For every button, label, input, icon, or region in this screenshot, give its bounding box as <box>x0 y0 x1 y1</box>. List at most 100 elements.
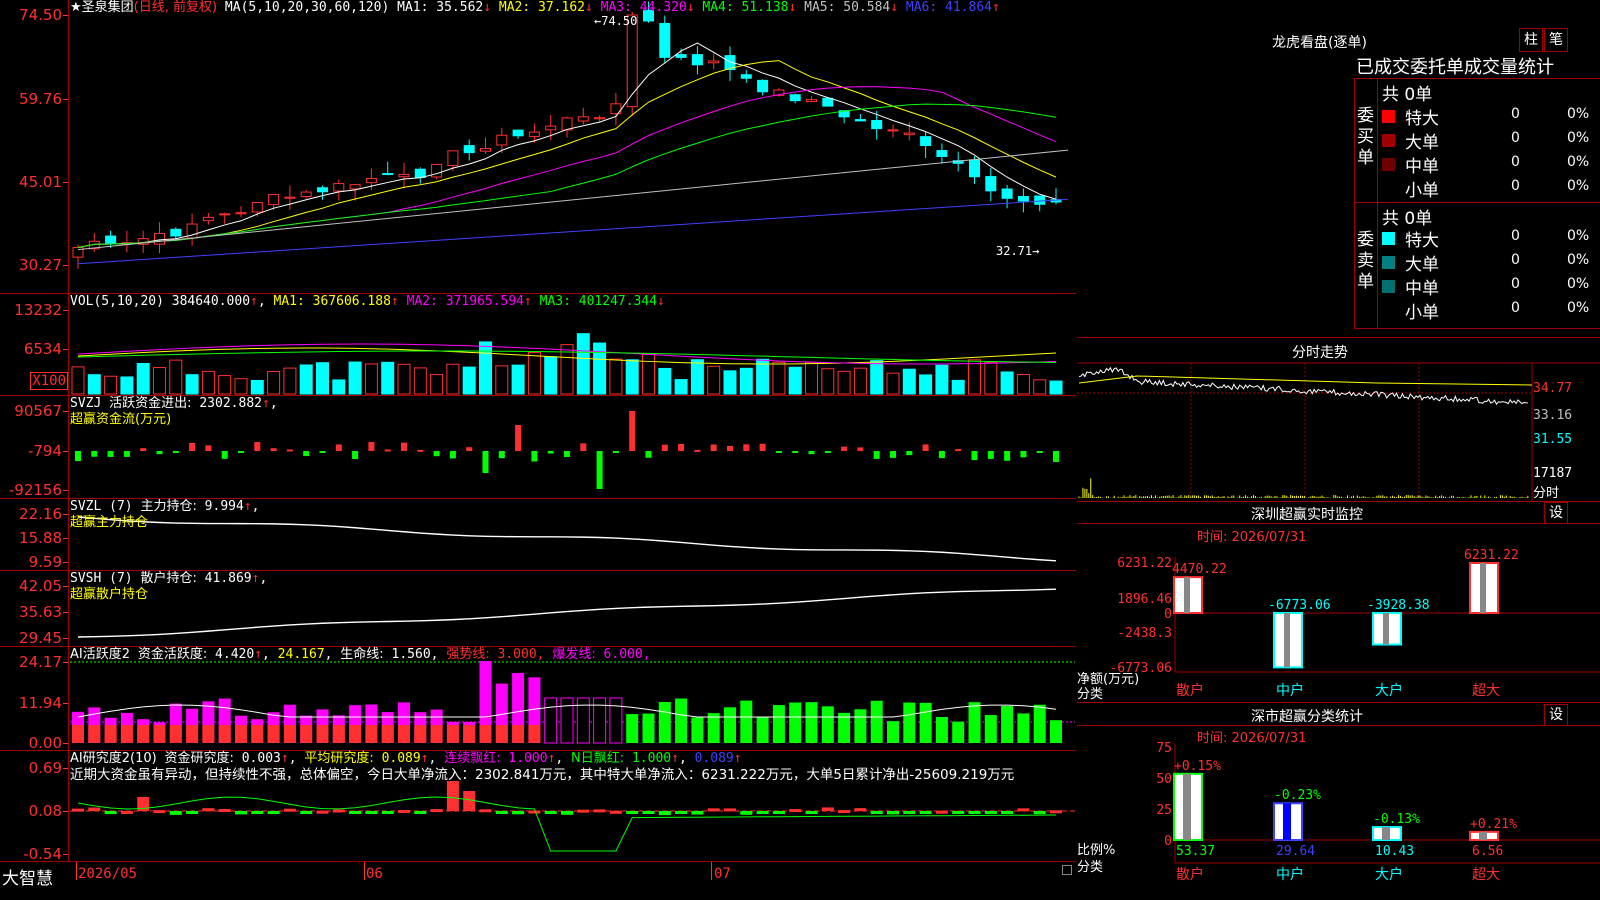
flow-bar <box>841 446 848 451</box>
intraday-panel[interactable]: 分时走势 34.77 33.16 31.55 17187 分时 <box>1077 338 1600 502</box>
bar-shade <box>1383 613 1389 645</box>
classify-chart[interactable]: 75 50 25 0 +0.15% 53.37 散户 -0.23% 29.64 中户 -0.13% 1… <box>1077 703 1600 900</box>
volume-bar <box>609 358 623 395</box>
intraday-chart[interactable] <box>1077 338 1600 501</box>
svzj-label: 活跃资金进出: <box>109 396 192 411</box>
bar-shade <box>1382 827 1390 840</box>
buy-side-label: 委买单 <box>1357 106 1374 168</box>
volume-pane[interactable]: 13232 6534 X100 VOL(5,10,20) 384640.000↑… <box>0 294 1076 396</box>
label: N日飘红: <box>571 751 625 766</box>
volume-bar <box>690 359 704 395</box>
research-bar <box>169 811 182 815</box>
monitor-chart[interactable]: 6231.22 1896.460 -2438.3 -6773.06 4470.22 散户 -… <box>1077 502 1600 702</box>
flow-bar <box>955 449 962 452</box>
candlestick-chart[interactable] <box>0 0 1076 293</box>
arrow-icon: ↑ <box>254 647 263 662</box>
activity-bar <box>560 697 574 744</box>
activity-base <box>251 725 264 743</box>
svsh-subtitle: 超赢散户持仓 <box>70 587 149 602</box>
stock-name[interactable]: 圣泉集团 <box>82 0 134 15</box>
activity-base <box>218 725 231 743</box>
volume-bar <box>316 362 329 395</box>
candle <box>202 216 214 222</box>
ai-activity-pane[interactable]: 24.17 11.94 0.00 AI活跃度2 资金活跃度: 4.420↑, 2… <box>0 647 1076 752</box>
candle <box>1034 195 1046 205</box>
candle <box>463 145 475 154</box>
app-logo[interactable]: 大智慧 <box>2 864 53 889</box>
bar-mode-button[interactable]: 柱 <box>1519 28 1543 52</box>
research-bar <box>756 811 769 814</box>
row-percent: 0% <box>1567 228 1590 244</box>
volume-bar <box>870 360 884 395</box>
value-label: 4470.22 <box>1172 562 1227 577</box>
research-bar <box>283 808 296 812</box>
buy-total: 共 0单 <box>1382 85 1433 105</box>
activity-base <box>381 725 394 743</box>
date-axis[interactable]: 大智慧 2026/05 06 07 <box>0 862 1076 900</box>
ma-legend-item: MA2: 37.162 <box>498 0 585 15</box>
activity-bar <box>968 702 981 743</box>
candle <box>675 54 687 58</box>
flow-bar <box>140 448 147 451</box>
bar-shade <box>1283 803 1291 840</box>
kline-pane[interactable]: 74.50 59.76 45.01 30.27 ★圣泉集团(日线, 前复权) M… <box>0 0 1076 294</box>
vol-header: VOL(5,10,20) 384640.000↑, MA1: 367606.18… <box>70 294 665 309</box>
category-label: 超大 <box>1472 683 1500 699</box>
classify-panel: 深市超赢分类统计 设 时间: 2026/07/31 75 50 25 0 +0.15% 5… <box>1077 703 1600 900</box>
candle <box>496 134 508 146</box>
research-bar <box>1001 811 1014 814</box>
flow-bar <box>123 451 130 457</box>
volume-bar <box>821 368 835 395</box>
research-bar <box>479 809 492 813</box>
flow-bar <box>890 451 896 458</box>
legend-swatch <box>1382 280 1395 293</box>
activity-bar <box>1017 713 1030 743</box>
flow-bar <box>189 443 196 451</box>
research-bar <box>789 809 802 813</box>
candle <box>528 131 540 137</box>
flow-bar <box>857 447 864 451</box>
svzj-subtitle: 超赢资金流(万元) <box>70 412 172 427</box>
activity-base <box>235 725 247 743</box>
activity-base <box>267 725 280 743</box>
svsh-pane[interactable]: 42.05 35.63 29.45 SVSH (7) 散户持仓: 41.869↑… <box>0 571 1076 647</box>
research-bar <box>919 811 932 814</box>
activity-bar <box>854 709 867 743</box>
dragon-tiger-panel: 龙虎看盘(逐单) 柱 笔 已成交委托单成交量统计 委买单 委卖单 共 0单 共 … <box>1077 0 1600 338</box>
volume-bar <box>218 375 232 395</box>
period-mode[interactable]: (日线, 前复权) <box>134 0 217 15</box>
flow-bar <box>661 444 668 451</box>
candle <box>626 14 638 108</box>
svzj-pane[interactable]: 90567 -794 -92156 SVZJ 活跃资金进出: 2302.882↑… <box>0 396 1076 499</box>
candle <box>284 196 296 199</box>
x-axis-title: 分类 <box>1077 687 1104 702</box>
y-label: 50 <box>1156 772 1172 787</box>
ma-legend-item: MA2: 371965.594 <box>406 294 524 309</box>
flow-bar <box>759 443 766 451</box>
arrow-icon: ↑ <box>420 751 429 766</box>
flow-bar <box>775 451 782 453</box>
research-bar <box>512 811 525 815</box>
research-bar <box>104 811 117 815</box>
y-label: 1896.46 <box>1117 592 1172 607</box>
vol-ma-legend: MA1: 367606.188↑ MA2: 371965.594↑ MA3: 4… <box>274 294 665 309</box>
candle <box>691 54 703 66</box>
value: 1.000 <box>631 751 672 766</box>
volume-bar <box>267 371 281 395</box>
category-label: 散户 <box>1176 682 1204 699</box>
volume-bar <box>169 359 183 395</box>
tick-mode-button[interactable]: 笔 <box>1544 28 1568 52</box>
svzl-pane[interactable]: 22.16 15.88 9.59 SVZL (7) 主力持仓: 9.994↑, … <box>0 499 1076 571</box>
research-bar <box>626 811 639 814</box>
flow-bar <box>580 443 587 451</box>
lock-icon[interactable] <box>1062 865 1072 875</box>
activity-base <box>72 725 84 743</box>
activity-bar <box>675 698 688 743</box>
candle <box>349 184 361 190</box>
arrow-icon: ↑ <box>991 0 1000 15</box>
candle <box>235 212 247 215</box>
activity-base <box>528 725 541 743</box>
ai-research-pane[interactable]: 0.69 0.08 -0.54 AI研究度2(10) 资金研究度: 0.003↑… <box>0 751 1076 863</box>
volume-bar <box>71 366 85 395</box>
volume-bar <box>951 379 965 395</box>
